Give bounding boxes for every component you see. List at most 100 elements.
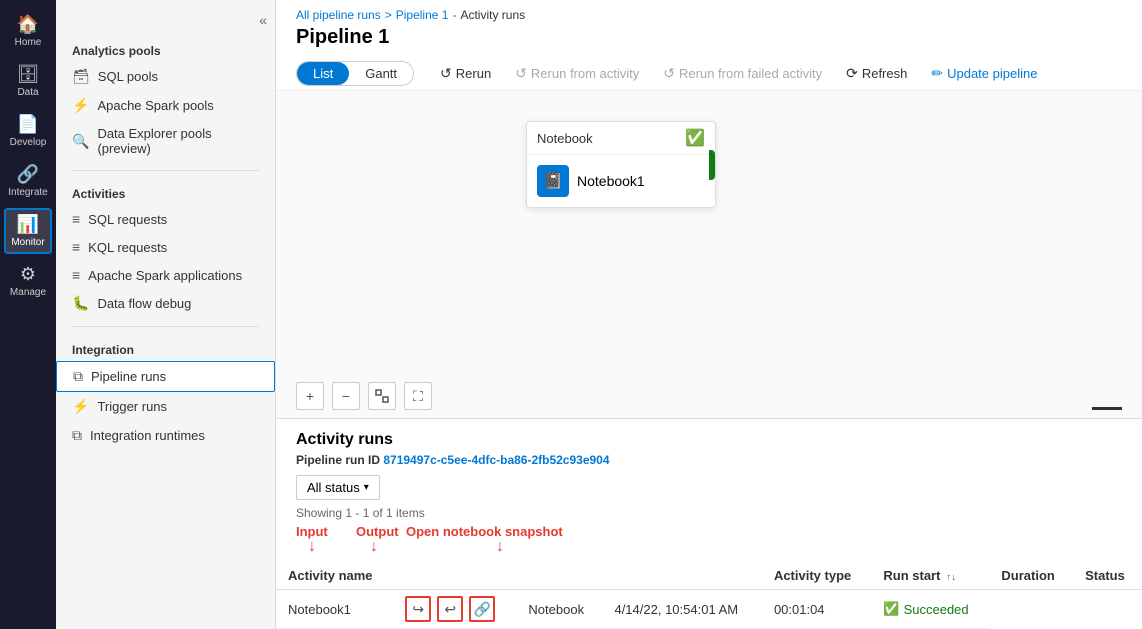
breadcrumb-pipeline-name[interactable]: Pipeline 1 [396, 8, 449, 22]
canvas-fit[interactable] [368, 382, 396, 410]
input-annotation: Input [296, 524, 328, 539]
tab-gantt[interactable]: Gantt [349, 62, 413, 85]
status-label: Succeeded [904, 602, 969, 617]
notebook-card-body: 📓 Notebook1 [527, 155, 715, 207]
develop-icon: 📄 [17, 114, 39, 135]
sidebar-item-pipeline-runs[interactable]: ⧉ Pipeline runs [56, 361, 275, 392]
monitor-icon: 📊 [17, 214, 39, 235]
sidebar: « Analytics pools 🗃 SQL pools ⚡ Apache S… [56, 0, 276, 629]
cell-activity-name: Notebook1 [276, 590, 393, 629]
nav-label-develop: Develop [10, 137, 47, 148]
nav-item-develop[interactable]: 📄 Develop [4, 108, 52, 154]
rerun-activity-icon: ↺ [515, 65, 527, 82]
sql-requests-icon: ≡ [72, 211, 80, 227]
spark-apps-label: Apache Spark applications [88, 268, 242, 283]
update-pipeline-button[interactable]: ✏ Update pipeline [921, 61, 1047, 86]
snapshot-arrow-icon: ↓ [496, 538, 504, 556]
collapse-icon[interactable]: « [259, 12, 267, 28]
nav-label-home: Home [15, 37, 42, 48]
output-annotation: Output [356, 524, 399, 539]
output-button[interactable]: ↩ [437, 596, 463, 622]
kql-requests-label: KQL requests [88, 240, 167, 255]
pipeline-runs-icon: ⧉ [73, 368, 83, 385]
open-snapshot-button[interactable]: 🔗 [469, 596, 495, 622]
col-header-duration: Duration [989, 562, 1073, 590]
divider-2 [72, 326, 259, 327]
update-pipeline-label: Update pipeline [947, 66, 1037, 81]
rerun-failed-icon: ↺ [663, 65, 675, 82]
tab-list[interactable]: List [297, 62, 349, 85]
nav-label-manage: Manage [10, 287, 46, 298]
canvas-zoom-out[interactable]: − [332, 382, 360, 410]
page-title: Pipeline 1 [276, 22, 1142, 57]
nav-item-home[interactable]: 🏠 Home [4, 8, 52, 54]
sidebar-item-kql-requests[interactable]: ≡ KQL requests [56, 233, 275, 261]
breadcrumb: All pipeline runs > Pipeline 1 - Activit… [276, 0, 1142, 22]
trigger-runs-icon: ⚡ [72, 398, 89, 415]
sidebar-item-data-explorer-pools[interactable]: 🔍 Data Explorer pools (preview) [56, 120, 275, 162]
fit-icon [375, 389, 389, 403]
kql-requests-icon: ≡ [72, 239, 80, 255]
sidebar-item-data-flow-debug[interactable]: 🐛 Data flow debug [56, 289, 275, 318]
rerun-label: Rerun [456, 66, 491, 81]
nav-item-data[interactable]: 🗄 Data [4, 58, 52, 104]
cell-activity-type: Notebook [516, 590, 602, 629]
pipeline-run-id-row: Pipeline run ID 8719497c-c5ee-4dfc-ba86-… [296, 453, 1122, 467]
count-text: Showing 1 - 1 of 1 items [296, 506, 1122, 520]
input-button[interactable]: ↪ [405, 596, 431, 622]
nav-item-manage[interactable]: ⚙ Manage [4, 258, 52, 304]
col-header-run-start: Run start ↑↓ [871, 562, 989, 590]
sql-pools-icon: 🗃 [72, 68, 90, 85]
notebook-card-header: Notebook ✅ [527, 122, 715, 155]
breadcrumb-all-runs[interactable]: All pipeline runs [296, 8, 381, 22]
nav-item-integrate[interactable]: 🔗 Integrate [4, 158, 52, 204]
spark-pools-icon: ⚡ [72, 97, 89, 114]
col-header-status: Status [1073, 562, 1142, 590]
sidebar-item-apache-spark-pools[interactable]: ⚡ Apache Spark pools [56, 91, 275, 120]
integration-title: Integration [56, 335, 275, 361]
rerun-button[interactable]: ↺ Rerun [430, 61, 501, 86]
main-content: All pipeline runs > Pipeline 1 - Activit… [276, 0, 1142, 629]
canvas-area: Notebook ✅ 📓 Notebook1 + − ⛶ [276, 91, 1142, 419]
refresh-button[interactable]: ⟳ Refresh [836, 61, 917, 86]
status-filter-dropdown[interactable]: All status ▾ [296, 475, 380, 500]
data-explorer-label: Data Explorer pools (preview) [97, 126, 259, 156]
nav-label-data: Data [17, 87, 38, 98]
col-header-action3 [602, 562, 761, 590]
pipeline-run-id-label: Pipeline run ID [296, 453, 383, 467]
manage-icon: ⚙ [20, 264, 36, 285]
nav-item-monitor[interactable]: 📊 Monitor [4, 208, 52, 254]
notebook-status-bar [709, 150, 715, 180]
snapshot-icon: 🔗 [474, 601, 491, 618]
trigger-runs-label: Trigger runs [97, 399, 167, 414]
sidebar-item-integration-runtimes[interactable]: ⧉ Integration runtimes [56, 421, 275, 450]
breadcrumb-current: Activity runs [460, 8, 525, 22]
sidebar-collapse-btn[interactable]: « [56, 8, 275, 36]
sidebar-item-sql-pools[interactable]: 🗃 SQL pools [56, 62, 275, 91]
rerun-icon: ↺ [440, 65, 452, 82]
succeeded-icon: ✅ [883, 601, 899, 617]
sql-requests-label: SQL requests [88, 212, 167, 227]
input-arrow-icon: ↓ [308, 538, 316, 556]
minimize-bar [1092, 407, 1122, 410]
integration-runtimes-label: Integration runtimes [90, 428, 205, 443]
breadcrumb-sep2: - [452, 8, 456, 22]
canvas-zoom-in[interactable]: + [296, 382, 324, 410]
refresh-icon: ⟳ [846, 65, 858, 82]
notebook-success-icon: ✅ [685, 128, 705, 148]
col-header-action2 [516, 562, 602, 590]
sidebar-item-apache-spark-apps[interactable]: ≡ Apache Spark applications [56, 261, 275, 289]
action-buttons: ↪ ↩ 🔗 [405, 596, 504, 622]
sidebar-item-sql-requests[interactable]: ≡ SQL requests [56, 205, 275, 233]
chevron-down-icon: ▾ [364, 482, 369, 493]
notebook-card[interactable]: Notebook ✅ 📓 Notebook1 [526, 121, 716, 208]
canvas-expand[interactable]: ⛶ [404, 382, 432, 410]
refresh-label: Refresh [862, 66, 908, 81]
rerun-from-failed-button[interactable]: ↺ Rerun from failed activity [653, 61, 832, 86]
sidebar-item-trigger-runs[interactable]: ⚡ Trigger runs [56, 392, 275, 421]
icon-nav: 🏠 Home 🗄 Data 📄 Develop 🔗 Integrate 📊 Mo… [0, 0, 56, 629]
rerun-from-activity-button[interactable]: ↺ Rerun from activity [505, 61, 649, 86]
nav-label-integrate: Integrate [8, 187, 47, 198]
data-explorer-icon: 🔍 [72, 133, 89, 150]
col-header-action1 [393, 562, 516, 590]
